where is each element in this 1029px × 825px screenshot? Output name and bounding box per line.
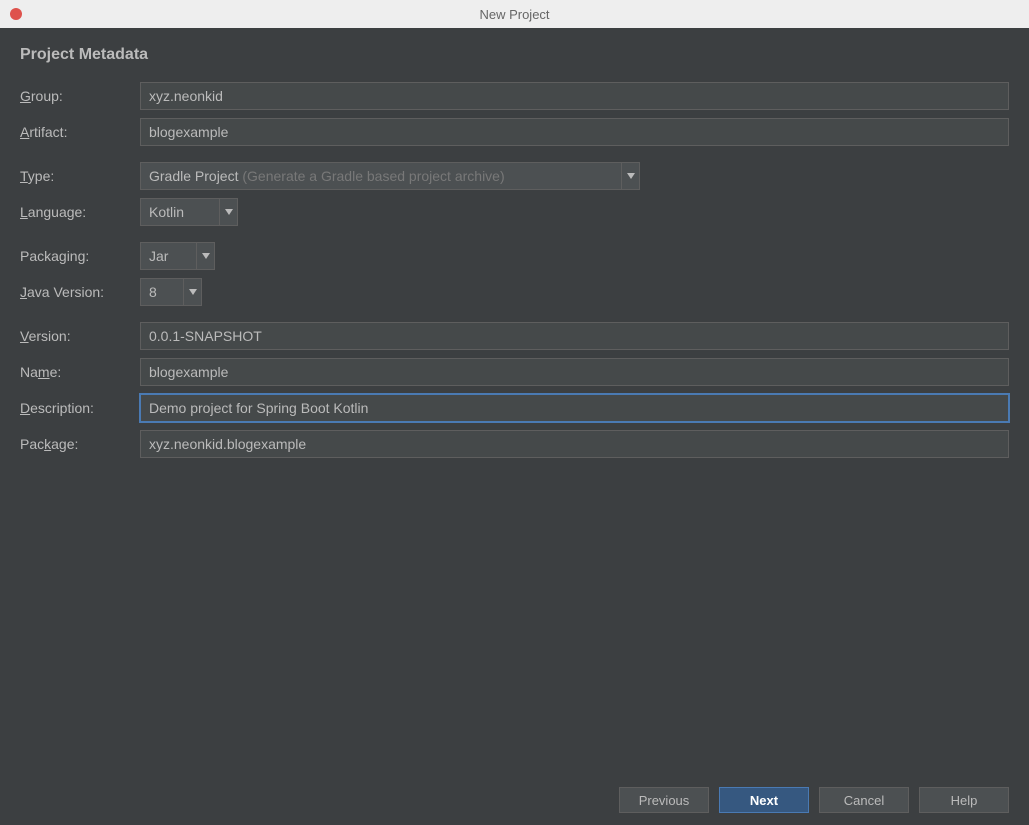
version-input[interactable] [140,322,1009,350]
java-version-row: Java Version: 8 [20,278,1009,306]
chevron-down-icon [621,163,639,189]
section-heading: Project Metadata [20,46,1009,64]
group-label: Group: [20,88,130,104]
packaging-row: Packaging: Jar [20,242,1009,270]
name-label: Name: [20,364,130,380]
description-row: Description: [20,394,1009,422]
group-input[interactable] [140,82,1009,110]
package-row: Package: [20,430,1009,458]
titlebar: New Project [0,0,1029,28]
version-row: Version: [20,322,1009,350]
artifact-label: Artifact: [20,124,130,140]
artifact-input[interactable] [140,118,1009,146]
name-row: Name: [20,358,1009,386]
description-label: Description: [20,400,130,416]
content-area: Project Metadata Group: Artifact: Type: … [0,28,1029,775]
cancel-button[interactable]: Cancel [819,787,909,813]
group-row: Group: [20,82,1009,110]
help-button[interactable]: Help [919,787,1009,813]
packaging-label: Packaging: [20,248,130,264]
close-icon[interactable] [10,8,22,20]
language-label: Language: [20,204,130,220]
language-dropdown[interactable]: Kotlin [140,198,238,226]
description-input[interactable] [140,394,1009,422]
artifact-row: Artifact: [20,118,1009,146]
window-title: New Project [479,7,549,22]
type-label: Type: [20,168,130,184]
chevron-down-icon [196,243,214,269]
type-dropdown[interactable]: Gradle Project (Generate a Gradle based … [140,162,640,190]
button-bar: Previous Next Cancel Help [0,775,1029,825]
name-input[interactable] [140,358,1009,386]
next-button[interactable]: Next [719,787,809,813]
package-input[interactable] [140,430,1009,458]
package-label: Package: [20,436,130,452]
previous-button[interactable]: Previous [619,787,709,813]
type-row: Type: Gradle Project (Generate a Gradle … [20,162,1009,190]
packaging-dropdown[interactable]: Jar [140,242,215,270]
chevron-down-icon [183,279,201,305]
chevron-down-icon [219,199,237,225]
java-version-label: Java Version: [20,284,130,300]
version-label: Version: [20,328,130,344]
java-version-dropdown[interactable]: 8 [140,278,202,306]
language-row: Language: Kotlin [20,198,1009,226]
window-controls [10,8,22,20]
